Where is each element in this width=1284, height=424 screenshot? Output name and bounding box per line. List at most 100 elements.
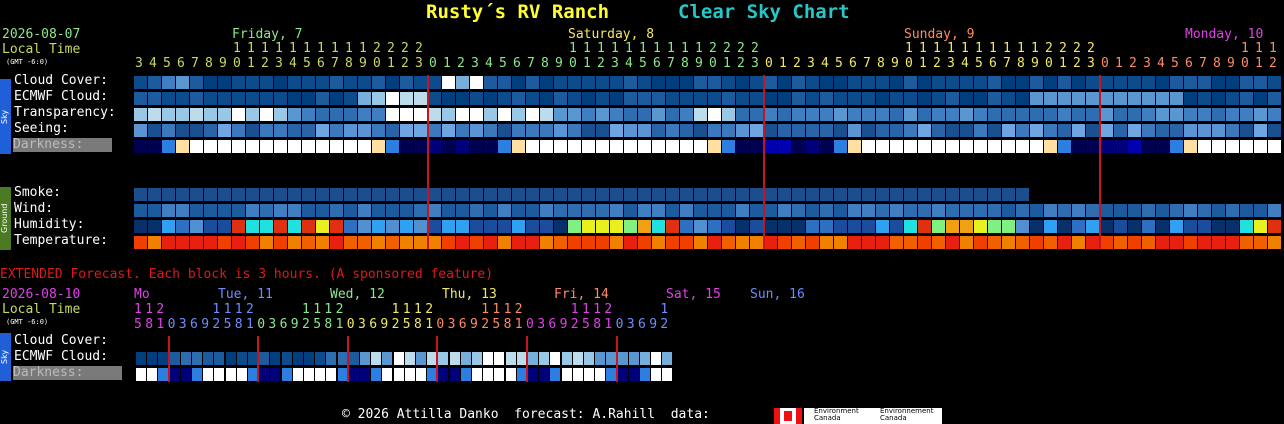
- ecmwf-cloud-row-cell: [526, 92, 539, 105]
- day-separator-line: [763, 75, 765, 249]
- darkness-row-cell: [638, 140, 651, 153]
- transparency-row-cell: [498, 108, 511, 121]
- smoke-row-cell: [610, 188, 623, 201]
- hour-tens-digit: 1: [1255, 41, 1263, 56]
- transparency-row-cell: [1086, 108, 1099, 121]
- cloud-cover-row-cell: [414, 76, 427, 89]
- darkness-row-cell: [470, 140, 483, 153]
- humidity-row-cell: [1226, 220, 1239, 233]
- extended-cloud-cover-row-cell: [416, 352, 426, 365]
- extended-hour-tens-digit: 2: [425, 302, 434, 317]
- hour-digit: 1: [387, 56, 395, 71]
- extended-hour-digit: 0: [615, 317, 624, 332]
- ecmwf-cloud-label[interactable]: ECMWF Cloud:: [14, 89, 108, 105]
- temperature-label[interactable]: Temperature:: [14, 233, 108, 249]
- seeing-row-cell: [134, 124, 147, 137]
- temperature-row-cell: [722, 236, 735, 249]
- temperature-row-cell: [1030, 236, 1043, 249]
- seeing-label[interactable]: Seeing:: [14, 121, 69, 137]
- smoke-row-cell: [960, 188, 973, 201]
- cloud-cover-row-cell: [498, 76, 511, 89]
- hour-tens-digit: 2: [373, 41, 381, 56]
- hour-digit: 0: [765, 56, 773, 71]
- hour-digit: 0: [905, 56, 913, 71]
- hour-tens-digit: 1: [961, 41, 969, 56]
- hour-digit: 3: [415, 56, 423, 71]
- temperature-row-cell: [792, 236, 805, 249]
- cloud-cover-row-cell: [316, 76, 329, 89]
- smoke-row-cell: [162, 188, 175, 201]
- environment-canada-logo[interactable]: Environment Canada: [804, 408, 872, 424]
- extended-darkness-label[interactable]: Darkness:: [13, 366, 122, 380]
- darkness-row-cell: [764, 140, 777, 153]
- cloud-cover-row-cell: [666, 76, 679, 89]
- cloud-cover-row-cell: [386, 76, 399, 89]
- transparency-row-cell: [428, 108, 441, 121]
- ecmwf-cloud-row-cell: [498, 92, 511, 105]
- extended-cloud-cover-row-cell: [169, 352, 180, 365]
- humidity-row-cell: [988, 220, 1001, 233]
- cloud-cover-row-cell: [722, 76, 735, 89]
- extended-darkness-row-cell: [371, 368, 382, 381]
- extended-cloud-cover-label[interactable]: Cloud Cover:: [14, 333, 108, 349]
- hour-digit: 3: [751, 56, 759, 71]
- extended-cloud-cover-row-cell: [561, 352, 572, 365]
- extended-hour-digit: 2: [391, 317, 400, 332]
- extended-ecmwf-cloud-label[interactable]: ECMWF Cloud:: [14, 349, 108, 365]
- temperature-row-cell: [274, 236, 287, 249]
- darkness-row-cell: [694, 140, 707, 153]
- wind-label[interactable]: Wind:: [14, 201, 53, 217]
- temperature-row-cell: [834, 236, 847, 249]
- temperature-row-cell: [1072, 236, 1085, 249]
- smoke-row-cell: [862, 188, 875, 201]
- darkness-label[interactable]: Darkness:: [13, 138, 112, 152]
- hour-digit: 5: [639, 56, 647, 71]
- hour-digit: 3: [275, 56, 283, 71]
- smoke-label[interactable]: Smoke:: [14, 185, 61, 201]
- cloud-cover-label[interactable]: Cloud Cover:: [14, 73, 108, 89]
- transparency-row-cell: [442, 108, 455, 121]
- extended-darkness-row-cell: [572, 368, 583, 381]
- chart-title[interactable]: Clear Sky Chart: [678, 0, 850, 24]
- temperature-row-cell: [1212, 236, 1225, 249]
- transparency-row-cell: [512, 108, 525, 121]
- wind-row-cell: [176, 204, 189, 217]
- ecmwf-cloud-row-cell: [302, 92, 315, 105]
- humidity-label[interactable]: Humidity:: [14, 217, 84, 233]
- seeing-row-cell: [904, 124, 917, 137]
- hour-digit: 1: [443, 56, 451, 71]
- extended-darkness-row-cell: [315, 368, 326, 381]
- seeing-row-cell: [1030, 124, 1043, 137]
- smoke-row-cell: [876, 188, 889, 201]
- extended-forecast-notice[interactable]: EXTENDED Forecast. Each block is 3 hours…: [0, 268, 493, 282]
- hour-digit: 4: [1157, 56, 1165, 71]
- smoke-row-cell: [176, 188, 189, 201]
- wind-row-cell: [1100, 204, 1113, 217]
- humidity-row-cell: [134, 220, 147, 233]
- seeing-row-cell: [638, 124, 651, 137]
- cloud-cover-row-cell: [1268, 76, 1281, 89]
- extended-cloud-cover-row-cell: [270, 352, 281, 365]
- smoke-row-cell: [764, 188, 777, 201]
- temperature-row-cell: [1198, 236, 1211, 249]
- extended-darkness-row-cell: [382, 368, 393, 381]
- humidity-row-cell: [260, 220, 273, 233]
- darkness-row-cell: [624, 140, 637, 153]
- seeing-row-cell: [946, 124, 959, 137]
- smoke-row-cell: [526, 188, 539, 201]
- transparency-label[interactable]: Transparency:: [14, 105, 116, 121]
- seeing-row-cell: [652, 124, 665, 137]
- darkness-row-cell: [386, 140, 399, 153]
- environnement-canada-logo[interactable]: Environnement Canada: [872, 408, 942, 424]
- hour-digit: 0: [429, 56, 437, 71]
- smoke-row-cell: [694, 188, 707, 201]
- smoke-row-cell: [904, 188, 917, 201]
- transparency-row-cell: [1156, 108, 1169, 121]
- extended-darkness-row-cell: [494, 368, 505, 381]
- cloud-cover-row-cell: [568, 76, 581, 89]
- humidity-row-cell: [246, 220, 259, 233]
- smoke-row-cell: [358, 188, 371, 201]
- darkness-row-cell: [400, 140, 413, 153]
- smoke-row-cell: [666, 188, 679, 201]
- ecmwf-cloud-row-cell: [1254, 92, 1267, 105]
